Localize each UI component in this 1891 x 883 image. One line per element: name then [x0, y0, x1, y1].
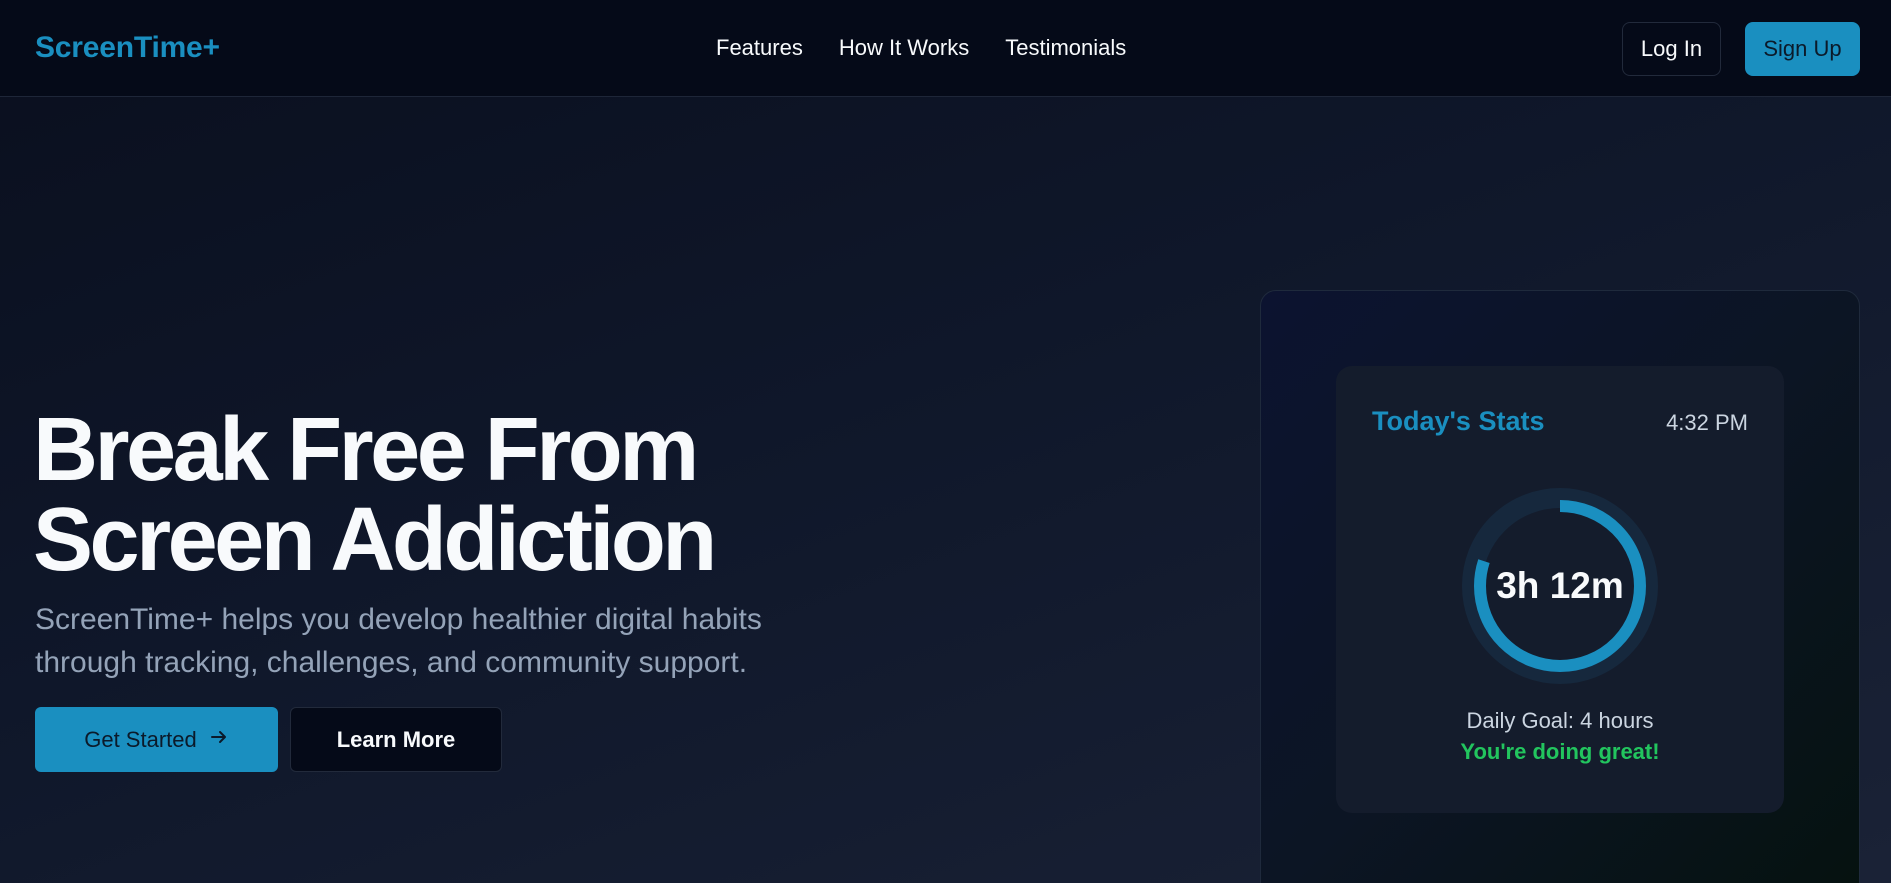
arrow-right-icon: [209, 727, 229, 753]
hero-title: Break Free From Screen Addiction: [33, 400, 717, 590]
stats-card: Today's Stats 4:32 PM 3h 12m Daily Goal:…: [1336, 366, 1784, 813]
get-started-button[interactable]: Get Started: [35, 707, 278, 772]
get-started-label: Get Started: [84, 726, 197, 752]
logo[interactable]: ScreenTime+: [35, 31, 220, 65]
signup-button[interactable]: Sign Up: [1745, 22, 1860, 76]
learn-more-button[interactable]: Learn More: [290, 707, 502, 772]
nav-testimonials[interactable]: Testimonials: [1005, 35, 1126, 61]
hero-title-line-2: Screen Addiction: [33, 490, 717, 590]
usage-time-value: 3h 12m: [1496, 565, 1624, 606]
usage-progress-ring: 3h 12m: [1462, 488, 1658, 684]
status-message: You're doing great!: [1460, 739, 1660, 764]
stats-card-time: 4:32 PM: [1666, 410, 1748, 435]
nav-features[interactable]: Features: [716, 35, 803, 61]
login-button[interactable]: Log In: [1622, 22, 1721, 76]
daily-goal-text: Daily Goal: 4 hours: [1466, 708, 1654, 733]
landing-page: ScreenTime+ Features How It Works Testim…: [0, 0, 1891, 883]
stats-card-title: Today's Stats: [1372, 406, 1545, 436]
hero-subtitle: ScreenTime+ helps you develop healthier …: [35, 603, 762, 679]
nav-how-it-works[interactable]: How It Works: [839, 35, 969, 61]
hero-title-line-1: Break Free From: [33, 400, 699, 500]
site-header: ScreenTime+ Features How It Works Testim…: [0, 0, 1891, 97]
main-nav: Features How It Works Testimonials: [716, 35, 1162, 61]
